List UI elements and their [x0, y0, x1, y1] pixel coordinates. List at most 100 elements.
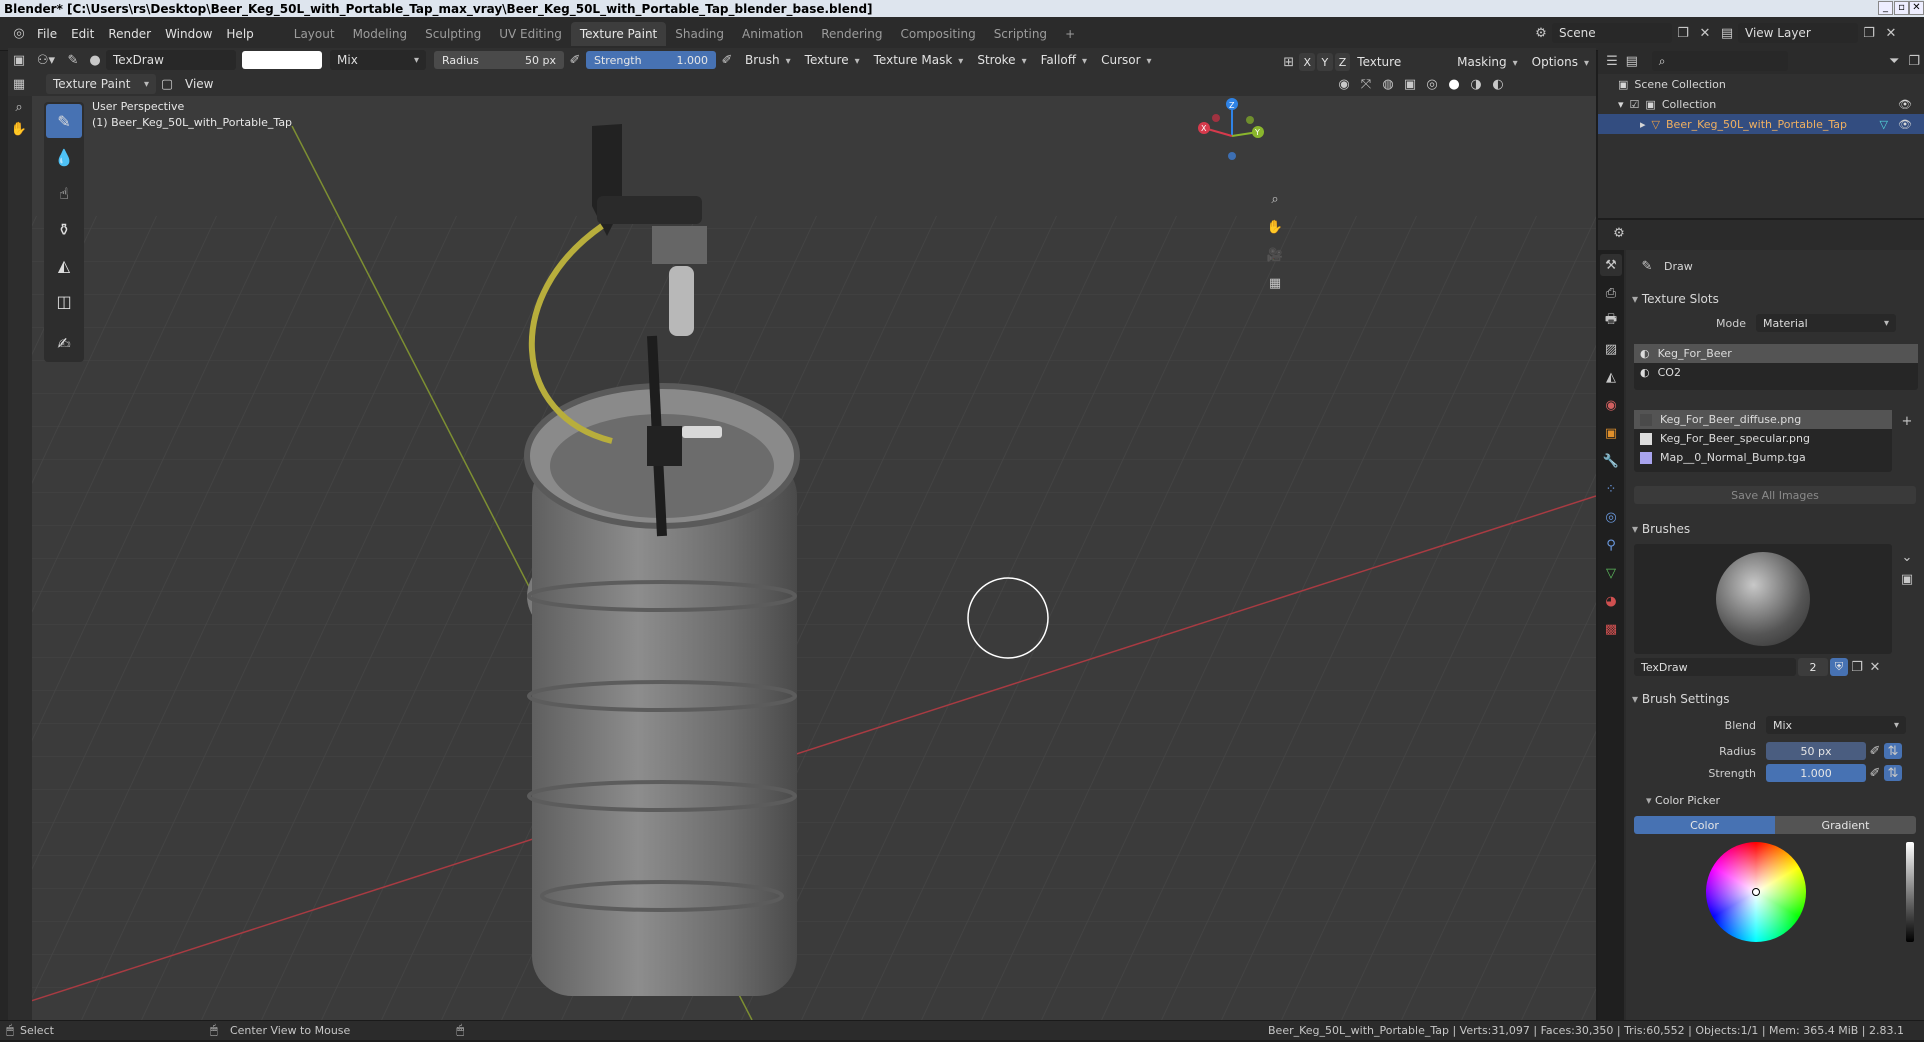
tab-scripting[interactable]: Scripting [985, 22, 1056, 46]
brushes-header[interactable]: Brushes [1632, 522, 1690, 536]
falloff-menu[interactable]: Falloff [1034, 48, 1094, 72]
color-picker-header[interactable]: Color Picker [1646, 794, 1720, 807]
minimize-icon[interactable]: _ [1878, 1, 1893, 15]
brush-menu[interactable]: Brush [738, 48, 798, 72]
camera-icon[interactable]: 🎥 [1264, 244, 1286, 266]
strength-field[interactable]: Strength 1.000 [586, 51, 716, 69]
close-icon[interactable]: ✕ [1909, 1, 1924, 15]
tab-compositing[interactable]: Compositing [891, 22, 984, 46]
radius-pressure-icon[interactable]: ✐ [564, 49, 586, 71]
eye-icon[interactable]: 👁 [1898, 98, 1912, 111]
brush-image-icon[interactable]: ▣ [1896, 568, 1918, 590]
strength-slider[interactable]: 1.000 [1766, 764, 1866, 782]
material-tab-icon[interactable]: ◕ [1600, 590, 1622, 612]
properties-type-icon[interactable]: ⚙ [1608, 222, 1630, 244]
menu-help[interactable]: Help [219, 22, 260, 46]
image-slot-specular[interactable]: Keg_For_Beer_specular.png [1634, 429, 1892, 448]
mirror-z-toggle[interactable]: Z [1334, 53, 1351, 71]
tab-gradient[interactable]: Gradient [1775, 816, 1916, 834]
strength-pressure-icon[interactable]: ✐ [716, 49, 738, 71]
tab-rendering[interactable]: Rendering [812, 22, 891, 46]
add-image-icon[interactable]: + [1896, 410, 1918, 432]
new-collection-icon[interactable]: ❐ [1904, 50, 1924, 72]
mode-select[interactable]: Material [1756, 314, 1896, 332]
outliner-type-icon[interactable]: ☰ [1602, 50, 1622, 72]
image-slot-normal[interactable]: Map__0_Normal_Bump.tga [1634, 448, 1892, 467]
tab-shading[interactable]: Shading [666, 22, 733, 46]
brush-icon[interactable]: ✎ [62, 49, 84, 71]
tab-color[interactable]: Color [1634, 816, 1775, 834]
data-tab-icon[interactable]: ▽ [1600, 562, 1622, 584]
remove-view-layer-icon[interactable]: ✕ [1880, 22, 1902, 44]
strength-pressure-icon[interactable]: ✐ [1866, 762, 1884, 784]
mask-toggle-icon[interactable]: ▢ [156, 73, 178, 95]
pan-icon[interactable]: ✋ [1264, 216, 1286, 238]
3d-viewport[interactable]: User Perspective (1) Beer_Keg_50L_with_P… [32, 96, 1596, 1020]
visibility-icon[interactable]: ◉ [1333, 73, 1355, 95]
tab-texture-paint[interactable]: Texture Paint [570, 21, 667, 46]
outliner-object[interactable]: ▸ ▽ Beer_Keg_50L_with_Portable_Tap ▽ 👁 [1598, 114, 1924, 134]
strength-unit-icon[interactable]: ⇅ [1884, 765, 1902, 781]
texture-slots-menu[interactable]: Texture Slots [1350, 50, 1450, 93]
material-shading-icon[interactable]: ◑ [1465, 73, 1487, 95]
texture-slots-header[interactable]: Texture Slots [1632, 292, 1719, 306]
maximize-icon[interactable]: ▫ [1894, 1, 1909, 15]
color-wheel-cursor[interactable] [1752, 888, 1760, 896]
smear-tool-icon[interactable]: ☝ [46, 176, 82, 210]
duplicate-brush-icon[interactable]: ❐ [1848, 656, 1866, 678]
grid-icon[interactable]: ▦ [1264, 272, 1286, 294]
tool-tab-icon[interactable]: ⚒ [1600, 254, 1622, 276]
color-swatch[interactable] [242, 51, 322, 69]
blend-select[interactable]: Mix [1766, 716, 1906, 734]
menu-render[interactable]: Render [101, 22, 158, 46]
brush-name-input[interactable]: TexDraw [1634, 658, 1796, 676]
value-slider[interactable] [1906, 842, 1914, 942]
expand-icon[interactable]: ▸ [1640, 118, 1646, 131]
wireframe-shading-icon[interactable]: ◎ [1421, 73, 1443, 95]
object-tab-icon[interactable]: ▣ [1600, 422, 1622, 444]
mode-icon[interactable]: ⚇▾ [30, 49, 62, 71]
texture-tab-icon[interactable]: ▩ [1600, 618, 1622, 640]
tab-uv-editing[interactable]: UV Editing [490, 22, 571, 46]
add-workspace-icon[interactable]: + [1056, 22, 1084, 46]
menu-file[interactable]: File [30, 22, 64, 46]
material-slot-co2[interactable]: ◐ CO2 [1634, 363, 1918, 382]
zoom-icon[interactable]: ⌕ [1264, 188, 1286, 210]
world-tab-icon[interactable]: ◉ [1600, 394, 1622, 416]
display-mode-icon[interactable]: ▤ [1622, 50, 1642, 72]
image-slot-diffuse[interactable]: Keg_For_Beer_diffuse.png [1634, 410, 1892, 429]
tab-modeling[interactable]: Modeling [344, 22, 417, 46]
solid-shading-icon[interactable]: ● [1443, 73, 1465, 95]
view-layer-selector[interactable]: View Layer [1738, 23, 1858, 43]
gizmo-icon[interactable]: ⤧ [1355, 73, 1377, 95]
physics-tab-icon[interactable]: ◎ [1600, 506, 1622, 528]
view-layer-icon[interactable]: ▤ [1716, 22, 1738, 44]
material-slot-keg[interactable]: ◐ Keg_For_Beer [1634, 344, 1918, 363]
brush-preview[interactable] [1634, 544, 1892, 654]
mode-dropdown[interactable]: Texture Paint [46, 74, 156, 94]
radius-field[interactable]: Radius 50 px [434, 51, 564, 69]
fake-user-icon[interactable]: ⛨ [1830, 658, 1848, 676]
brush-settings-header[interactable]: Brush Settings [1632, 692, 1730, 706]
navigation-gizmo[interactable]: Z X Y [1192, 96, 1272, 176]
color-wheel[interactable] [1706, 842, 1806, 942]
radius-pressure-icon[interactable]: ✐ [1866, 740, 1884, 762]
scene-icon[interactable]: ⚙ [1530, 22, 1552, 44]
chevron-down-icon[interactable]: ⌄ [1896, 546, 1918, 568]
fill-tool-icon[interactable]: ◭ [46, 248, 82, 282]
new-view-layer-icon[interactable]: ❐ [1858, 22, 1880, 44]
soften-tool-icon[interactable]: 💧 [46, 140, 82, 174]
symmetry-icon[interactable]: ⊞ [1278, 51, 1299, 73]
checkbox-icon[interactable]: ☑ [1630, 98, 1640, 111]
expand-icon[interactable]: ▾ [1618, 98, 1624, 111]
clone-tool-icon[interactable]: ⚱ [46, 212, 82, 246]
menu-edit[interactable]: Edit [64, 22, 101, 46]
render-tab-icon[interactable]: ⎙ [1600, 282, 1622, 304]
zoom-icon[interactable]: ⌕ [8, 96, 30, 118]
radius-slider[interactable]: 50 px [1766, 742, 1866, 760]
modifier-tab-icon[interactable]: 🔧 [1600, 450, 1622, 472]
viewport-type-icon[interactable]: ▦ [8, 73, 30, 95]
radius-unit-icon[interactable]: ⇅ [1884, 743, 1902, 759]
cursor-menu[interactable]: Cursor [1094, 48, 1158, 72]
overlay-icon[interactable]: ◍ [1377, 73, 1399, 95]
